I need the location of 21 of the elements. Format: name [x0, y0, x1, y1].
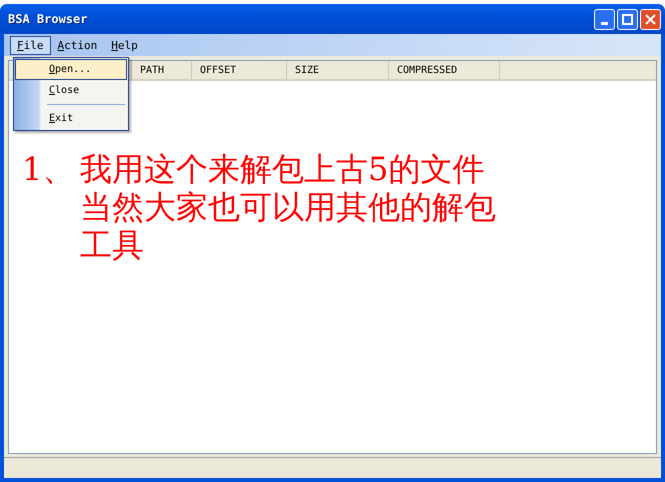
- annotation-text: 我用这个来解包上古5的文件: [80, 150, 486, 188]
- minimize-icon: [601, 22, 608, 24]
- column-header[interactable]: PATH: [132, 61, 192, 79]
- maximize-icon: [622, 14, 633, 24]
- column-header[interactable]: SIZE: [287, 61, 389, 79]
- menu-item[interactable]: File: [10, 36, 50, 54]
- menu-item[interactable]: Action: [50, 36, 104, 54]
- annotation-text: 工具: [80, 226, 145, 264]
- minimize-button[interactable]: [594, 8, 615, 30]
- step-number: 1、: [22, 150, 76, 190]
- menu-option[interactable]: Open...: [15, 59, 127, 80]
- close-icon: [645, 14, 656, 24]
- annotation-text: 当然大家也可以用其他的解包: [80, 188, 496, 226]
- column-header[interactable]: COMPRESSED: [389, 61, 500, 79]
- maximize-button[interactable]: [617, 8, 638, 30]
- window-title: BSA Browser: [8, 12, 88, 26]
- menu-option[interactable]: Close: [15, 80, 127, 101]
- menu-option[interactable]: Exit: [15, 108, 127, 129]
- column-header[interactable]: OFFSET: [192, 61, 287, 79]
- close-button[interactable]: [640, 8, 661, 30]
- menu-item[interactable]: Help: [104, 36, 145, 54]
